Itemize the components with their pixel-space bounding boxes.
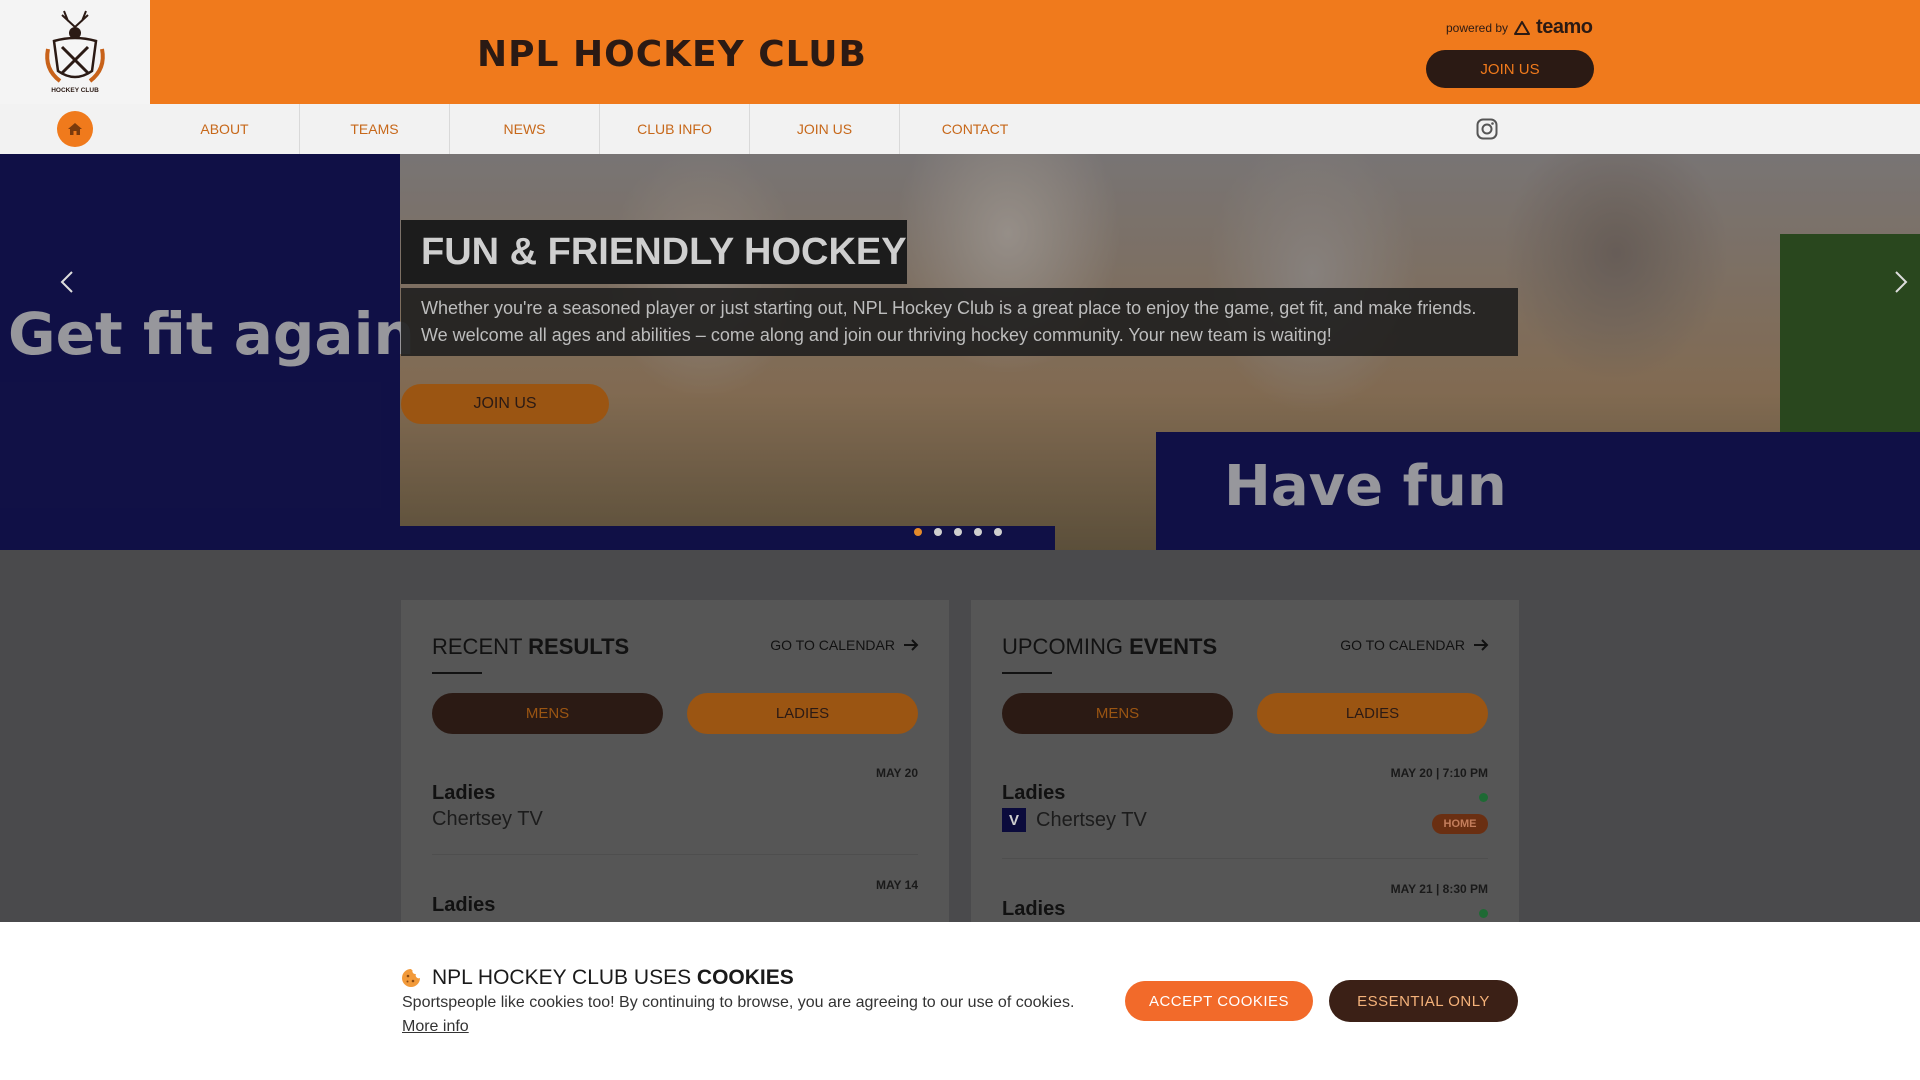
results-heading-bold: RESULTS [528,634,630,659]
hero-carousel: Get fit again Have fun FUN & FRIENDLY HO… [0,154,1920,550]
chevron-right-icon [1895,271,1908,293]
carousel-prev-button[interactable] [52,262,82,302]
header-bar: HOCKEY CLUB NPL HOCKEY CLUB powered by t… [0,0,1920,104]
event-date: MAY 20 | 7:10 PM [1390,766,1488,780]
nav-item-club-info[interactable]: CLUB INFO [600,104,750,154]
carousel-dots [914,528,1002,536]
events-heading-bold: EVENTS [1129,634,1218,659]
results-heading-light: RECENT [432,634,529,659]
slide-title-box: FUN & FRIENDLY HOCKEY [401,220,907,284]
venue-badge: HOME [1432,814,1488,834]
carousel-next-button[interactable] [1886,262,1916,302]
events-heading-light: UPCOMING [1002,634,1130,659]
arrow-right-icon [904,639,919,651]
arrow-right-icon [1474,639,1489,651]
results-heading-underline [432,672,482,674]
row-divider [1002,858,1488,859]
instagram-icon[interactable] [1476,118,1498,140]
events-heading-underline [1002,672,1052,674]
cookie-icon [402,969,420,987]
result-team: Ladies [432,894,496,916]
nav-item-about[interactable]: ABOUT [150,104,300,154]
results-tab-ladies[interactable]: LADIES [687,693,918,734]
result-team: Ladies [432,782,496,804]
results-heading: RECENT RESULTS [432,634,629,660]
nav-item-join-us[interactable]: JOIN US [750,104,900,154]
slide-title: FUN & FRIENDLY HOCKEY [421,230,907,273]
row-divider [432,854,918,855]
accept-cookies-button[interactable]: ACCEPT COOKIES [1125,981,1313,1021]
event-opponent-wrap: V Chertsey TV [1002,808,1147,832]
slide-description: Whether you're a seasoned player or just… [421,298,1477,345]
home-button[interactable] [57,111,93,147]
result-date: MAY 14 [875,878,918,892]
carousel-dot[interactable] [974,528,982,536]
nav-item-contact[interactable]: CONTACT [900,104,1050,154]
club-crest-icon: HOCKEY CLUB [45,10,105,94]
nav-item-teams[interactable]: TEAMS [300,104,450,154]
cookie-banner: NPL HOCKEY CLUB USES COOKIES Sportspeopl… [0,922,1920,1080]
event-date: MAY 21 | 8:30 PM [1390,882,1488,896]
events-heading: UPCOMING EVENTS [1002,634,1217,660]
logo-caption: HOCKEY CLUB [51,87,99,94]
cookie-more-info-link[interactable]: More info [402,1018,469,1036]
slide-description-box: Whether you're a seasoned player or just… [401,288,1518,356]
carousel-dot[interactable] [914,528,922,536]
cookie-text: Sportspeople like cookies too! By contin… [402,994,1075,1011]
events-tab-mens[interactable]: MENS [1002,693,1233,734]
join-us-button[interactable]: JOIN US [1426,50,1594,88]
results-calendar-label: GO TO CALENDAR [770,637,895,653]
event-team: Ladies [1002,782,1066,804]
events-calendar-link[interactable]: GO TO CALENDAR [1340,637,1489,653]
teamo-logo-icon [1514,20,1531,35]
powered-by-label: powered by [1446,20,1509,35]
results-calendar-link[interactable]: GO TO CALENDAR [770,637,919,653]
main-nav: ABOUT TEAMS NEWS CLUB INFO JOIN US CONTA… [0,104,1920,154]
results-tab-mens[interactable]: MENS [432,693,663,734]
status-dot-icon [1479,909,1488,918]
event-team: Ladies [1002,898,1066,920]
status-dot-icon [1479,793,1488,802]
carousel-dot[interactable] [934,528,942,536]
result-opponent: Chertsey TV [432,808,543,830]
versus-badge: V [1002,808,1026,832]
carousel-dot[interactable] [994,528,1002,536]
powered-by[interactable]: powered by teamo [1446,16,1593,39]
club-logo[interactable]: HOCKEY CLUB [0,0,150,104]
carousel-dot[interactable] [954,528,962,536]
nav-item-news[interactable]: NEWS [450,104,600,154]
essential-only-button[interactable]: ESSENTIAL ONLY [1329,980,1518,1022]
club-title[interactable]: NPL HOCKEY CLUB [477,34,867,75]
cookie-title-light: NPL HOCKEY CLUB USES [432,966,697,989]
events-tab-ladies[interactable]: LADIES [1257,693,1488,734]
nav-items: ABOUT TEAMS NEWS CLUB INFO JOIN US CONTA… [150,104,1050,154]
event-opponent: Chertsey TV [1036,808,1147,831]
events-calendar-label: GO TO CALENDAR [1340,637,1465,653]
teamo-brand: teamo [1536,16,1593,38]
slide-join-button[interactable]: JOIN US [401,384,609,424]
result-date: MAY 20 [875,766,918,780]
cookie-title-bold: COOKIES [696,966,794,989]
cookie-title: NPL HOCKEY CLUB USES COOKIES [432,966,794,990]
home-icon [68,123,82,135]
chevron-left-icon [60,271,73,293]
